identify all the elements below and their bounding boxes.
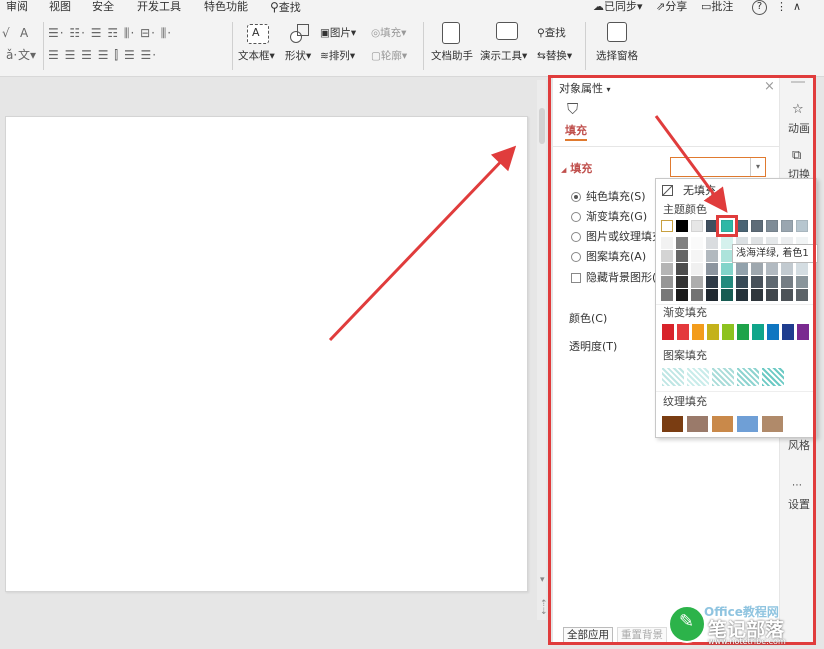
watermark: ✎ Office教程网 笔记部落 www.notetribe.com: [662, 603, 822, 647]
arrow-to-panel: [328, 145, 517, 342]
annotation-arrows: [328, 115, 728, 342]
arrow-to-swatch: [654, 115, 728, 213]
watermark-url: www.notetribe.com: [708, 637, 786, 646]
pencil-logo-icon: ✎: [668, 605, 706, 643]
